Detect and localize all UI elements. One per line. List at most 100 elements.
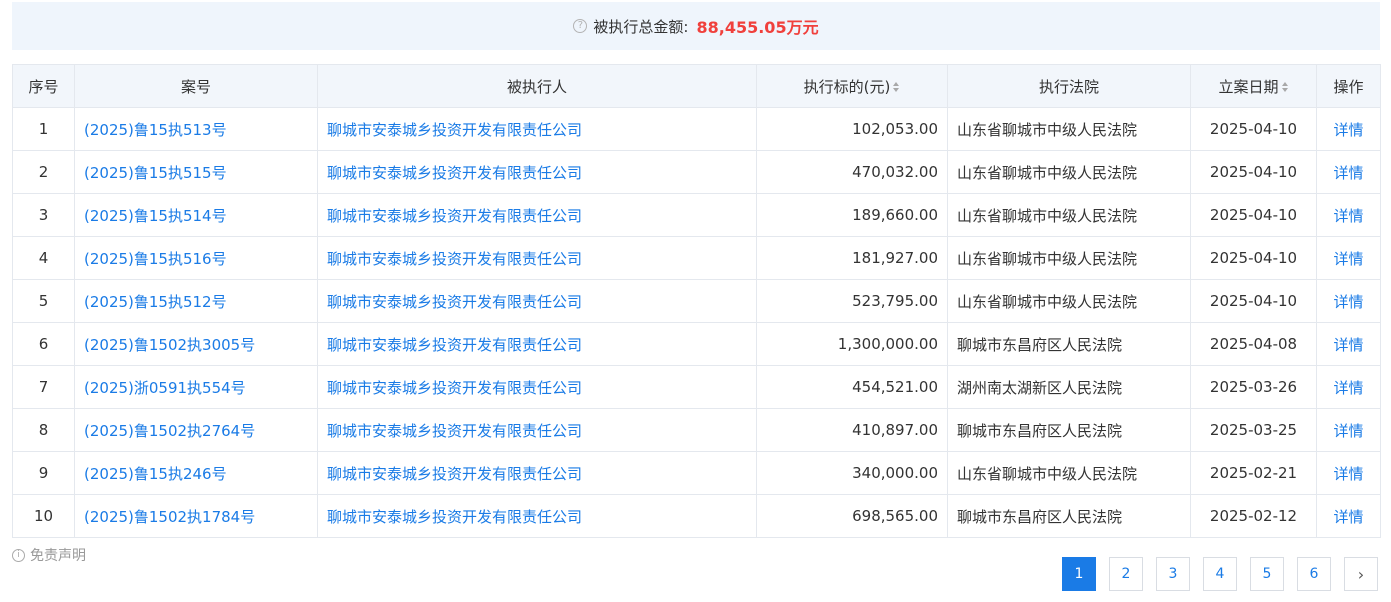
table-row: 5 (2025)鲁15执512号 聊城市安泰城乡投资开发有限责任公司 523,795.… <box>12 279 1381 323</box>
pagination: 1 2 3 4 5 6 › <box>1062 557 1378 591</box>
table-row: 1 (2025)鲁15执513号 聊城市安泰城乡投资开发有限责任公司 102,053.… <box>12 107 1381 151</box>
table-row: 9 (2025)鲁15执246号 聊城市安泰城乡投资开发有限责任公司 340,000.… <box>12 451 1381 495</box>
detail-link[interactable]: 详情 <box>1333 207 1363 225</box>
table-row: 4 (2025)鲁15执516号 聊城市安泰城乡投资开发有限责任公司 181,927.… <box>12 236 1381 280</box>
party-name-link[interactable]: 聊城市安泰城乡投资开发有限责任公司 <box>327 336 582 354</box>
table-row: 6 (2025)鲁1502执3005号 聊城市安泰城乡投资开发有限责任公司 1,300… <box>12 322 1381 366</box>
header-amount[interactable]: 执行标的(元) <box>756 64 948 108</box>
row-index: 6 <box>38 335 49 353</box>
detail-link[interactable]: 详情 <box>1333 422 1363 440</box>
page-button[interactable]: 4 <box>1203 557 1237 591</box>
page-button[interactable]: 1 <box>1062 557 1096 591</box>
execution-amount: 340,000.00 <box>852 464 938 482</box>
page-button[interactable]: 3 <box>1156 557 1190 591</box>
row-index: 10 <box>33 507 54 525</box>
page-button[interactable]: 5 <box>1250 557 1284 591</box>
filing-date: 2025-03-26 <box>1209 378 1298 396</box>
header-action: 操作 <box>1316 64 1381 108</box>
total-amount-value: 88,455.05万元 <box>696 18 819 37</box>
disclaimer[interactable]: i 免责声明 <box>12 545 86 565</box>
filing-date: 2025-03-25 <box>1209 421 1298 439</box>
party-name-link[interactable]: 聊城市安泰城乡投资开发有限责任公司 <box>327 121 582 139</box>
execution-amount: 102,053.00 <box>852 120 938 138</box>
party-name-link[interactable]: 聊城市安泰城乡投资开发有限责任公司 <box>327 207 582 225</box>
court-name: 山东省聊城市中级人民法院 <box>957 120 1138 139</box>
table-row: 8 (2025)鲁1502执2764号 聊城市安泰城乡投资开发有限责任公司 410,8… <box>12 408 1381 452</box>
detail-link[interactable]: 详情 <box>1333 164 1363 182</box>
execution-amount: 698,565.00 <box>852 507 938 525</box>
enforcement-table: 序号 案号 被执行人 执行标的(元) 执行法院 立案日期 操作 1 (2025)鲁… <box>12 64 1381 538</box>
execution-amount: 189,660.00 <box>852 206 938 224</box>
detail-link[interactable]: 详情 <box>1333 379 1363 397</box>
execution-amount: 410,897.00 <box>852 421 938 439</box>
row-index: 1 <box>38 120 49 138</box>
court-name: 山东省聊城市中级人民法院 <box>957 292 1138 311</box>
question-circle-icon[interactable]: ? <box>573 19 588 33</box>
header-court: 执行法院 <box>947 64 1191 108</box>
execution-amount: 523,795.00 <box>852 292 938 310</box>
total-amount-label: 被执行总金额: <box>593 17 689 36</box>
party-name-link[interactable]: 聊城市安泰城乡投资开发有限责任公司 <box>327 250 582 268</box>
party-name-link[interactable]: 聊城市安泰城乡投资开发有限责任公司 <box>327 379 582 397</box>
detail-link[interactable]: 详情 <box>1333 465 1363 483</box>
filing-date: 2025-02-21 <box>1209 464 1298 482</box>
filing-date: 2025-04-08 <box>1209 335 1298 353</box>
detail-link[interactable]: 详情 <box>1333 336 1363 354</box>
row-index: 2 <box>38 163 49 181</box>
case-number-link[interactable]: (2025)鲁1502执2764号 <box>84 422 255 440</box>
party-name-link[interactable]: 聊城市安泰城乡投资开发有限责任公司 <box>327 164 582 182</box>
row-index: 7 <box>38 378 49 396</box>
disclaimer-label[interactable]: 免责声明 <box>30 545 86 565</box>
court-name: 湖州南太湖新区人民法院 <box>957 378 1123 397</box>
execution-amount: 1,300,000.00 <box>837 335 938 353</box>
filing-date: 2025-02-12 <box>1209 507 1298 525</box>
court-name: 山东省聊城市中级人民法院 <box>957 163 1138 182</box>
info-circle-icon: i <box>12 548 25 562</box>
detail-link[interactable]: 详情 <box>1333 293 1363 311</box>
execution-amount: 181,927.00 <box>852 249 938 267</box>
court-name: 聊城市东昌府区人民法院 <box>957 335 1123 354</box>
row-index: 9 <box>38 464 49 482</box>
case-number-link[interactable]: (2025)鲁15执514号 <box>84 207 227 225</box>
header-party: 被执行人 <box>317 64 757 108</box>
table-row: 2 (2025)鲁15执515号 聊城市安泰城乡投资开发有限责任公司 470,032.… <box>12 150 1381 194</box>
header-case-no: 案号 <box>74 64 318 108</box>
table-row: 3 (2025)鲁15执514号 聊城市安泰城乡投资开发有限责任公司 189,660.… <box>12 193 1381 237</box>
party-name-link[interactable]: 聊城市安泰城乡投资开发有限责任公司 <box>327 293 582 311</box>
case-number-link[interactable]: (2025)鲁1502执1784号 <box>84 508 255 526</box>
execution-amount: 470,032.00 <box>852 163 938 181</box>
filing-date: 2025-04-10 <box>1209 163 1298 181</box>
filing-date: 2025-04-10 <box>1209 249 1298 267</box>
page-button[interactable]: 2 <box>1109 557 1143 591</box>
case-number-link[interactable]: (2025)浙0591执554号 <box>84 379 246 397</box>
execution-amount: 454,521.00 <box>852 378 938 396</box>
party-name-link[interactable]: 聊城市安泰城乡投资开发有限责任公司 <box>327 465 582 483</box>
court-name: 山东省聊城市中级人民法院 <box>957 206 1138 225</box>
court-name: 山东省聊城市中级人民法院 <box>957 249 1138 268</box>
row-index: 3 <box>38 206 49 224</box>
sort-icon[interactable] <box>893 82 900 92</box>
table-row: 10 (2025)鲁1502执1784号 聊城市安泰城乡投资开发有限责任公司 698,… <box>12 494 1381 538</box>
filing-date: 2025-04-10 <box>1209 120 1298 138</box>
total-amount-banner: ? 被执行总金额: 88,455.05万元 <box>12 2 1380 50</box>
party-name-link[interactable]: 聊城市安泰城乡投资开发有限责任公司 <box>327 422 582 440</box>
case-number-link[interactable]: (2025)鲁15执513号 <box>84 121 227 139</box>
case-number-link[interactable]: (2025)鲁15执516号 <box>84 250 227 268</box>
detail-link[interactable]: 详情 <box>1333 508 1363 526</box>
detail-link[interactable]: 详情 <box>1333 250 1363 268</box>
sort-icon[interactable] <box>1281 82 1289 92</box>
court-name: 山东省聊城市中级人民法院 <box>957 464 1138 483</box>
row-index: 4 <box>38 249 49 267</box>
case-number-link[interactable]: (2025)鲁15执246号 <box>84 465 227 483</box>
case-number-link[interactable]: (2025)鲁15执512号 <box>84 293 227 311</box>
case-number-link[interactable]: (2025)鲁1502执3005号 <box>84 336 255 354</box>
chevron-right-icon[interactable]: › <box>1344 557 1378 591</box>
party-name-link[interactable]: 聊城市安泰城乡投资开发有限责任公司 <box>327 508 582 526</box>
case-number-link[interactable]: (2025)鲁15执515号 <box>84 164 227 182</box>
court-name: 聊城市东昌府区人民法院 <box>957 421 1123 440</box>
row-index: 5 <box>38 292 49 310</box>
page-button[interactable]: 6 <box>1297 557 1331 591</box>
table-row: 7 (2025)浙0591执554号 聊城市安泰城乡投资开发有限责任公司 454,52… <box>12 365 1381 409</box>
detail-link[interactable]: 详情 <box>1333 121 1363 139</box>
header-date[interactable]: 立案日期 <box>1190 64 1317 108</box>
